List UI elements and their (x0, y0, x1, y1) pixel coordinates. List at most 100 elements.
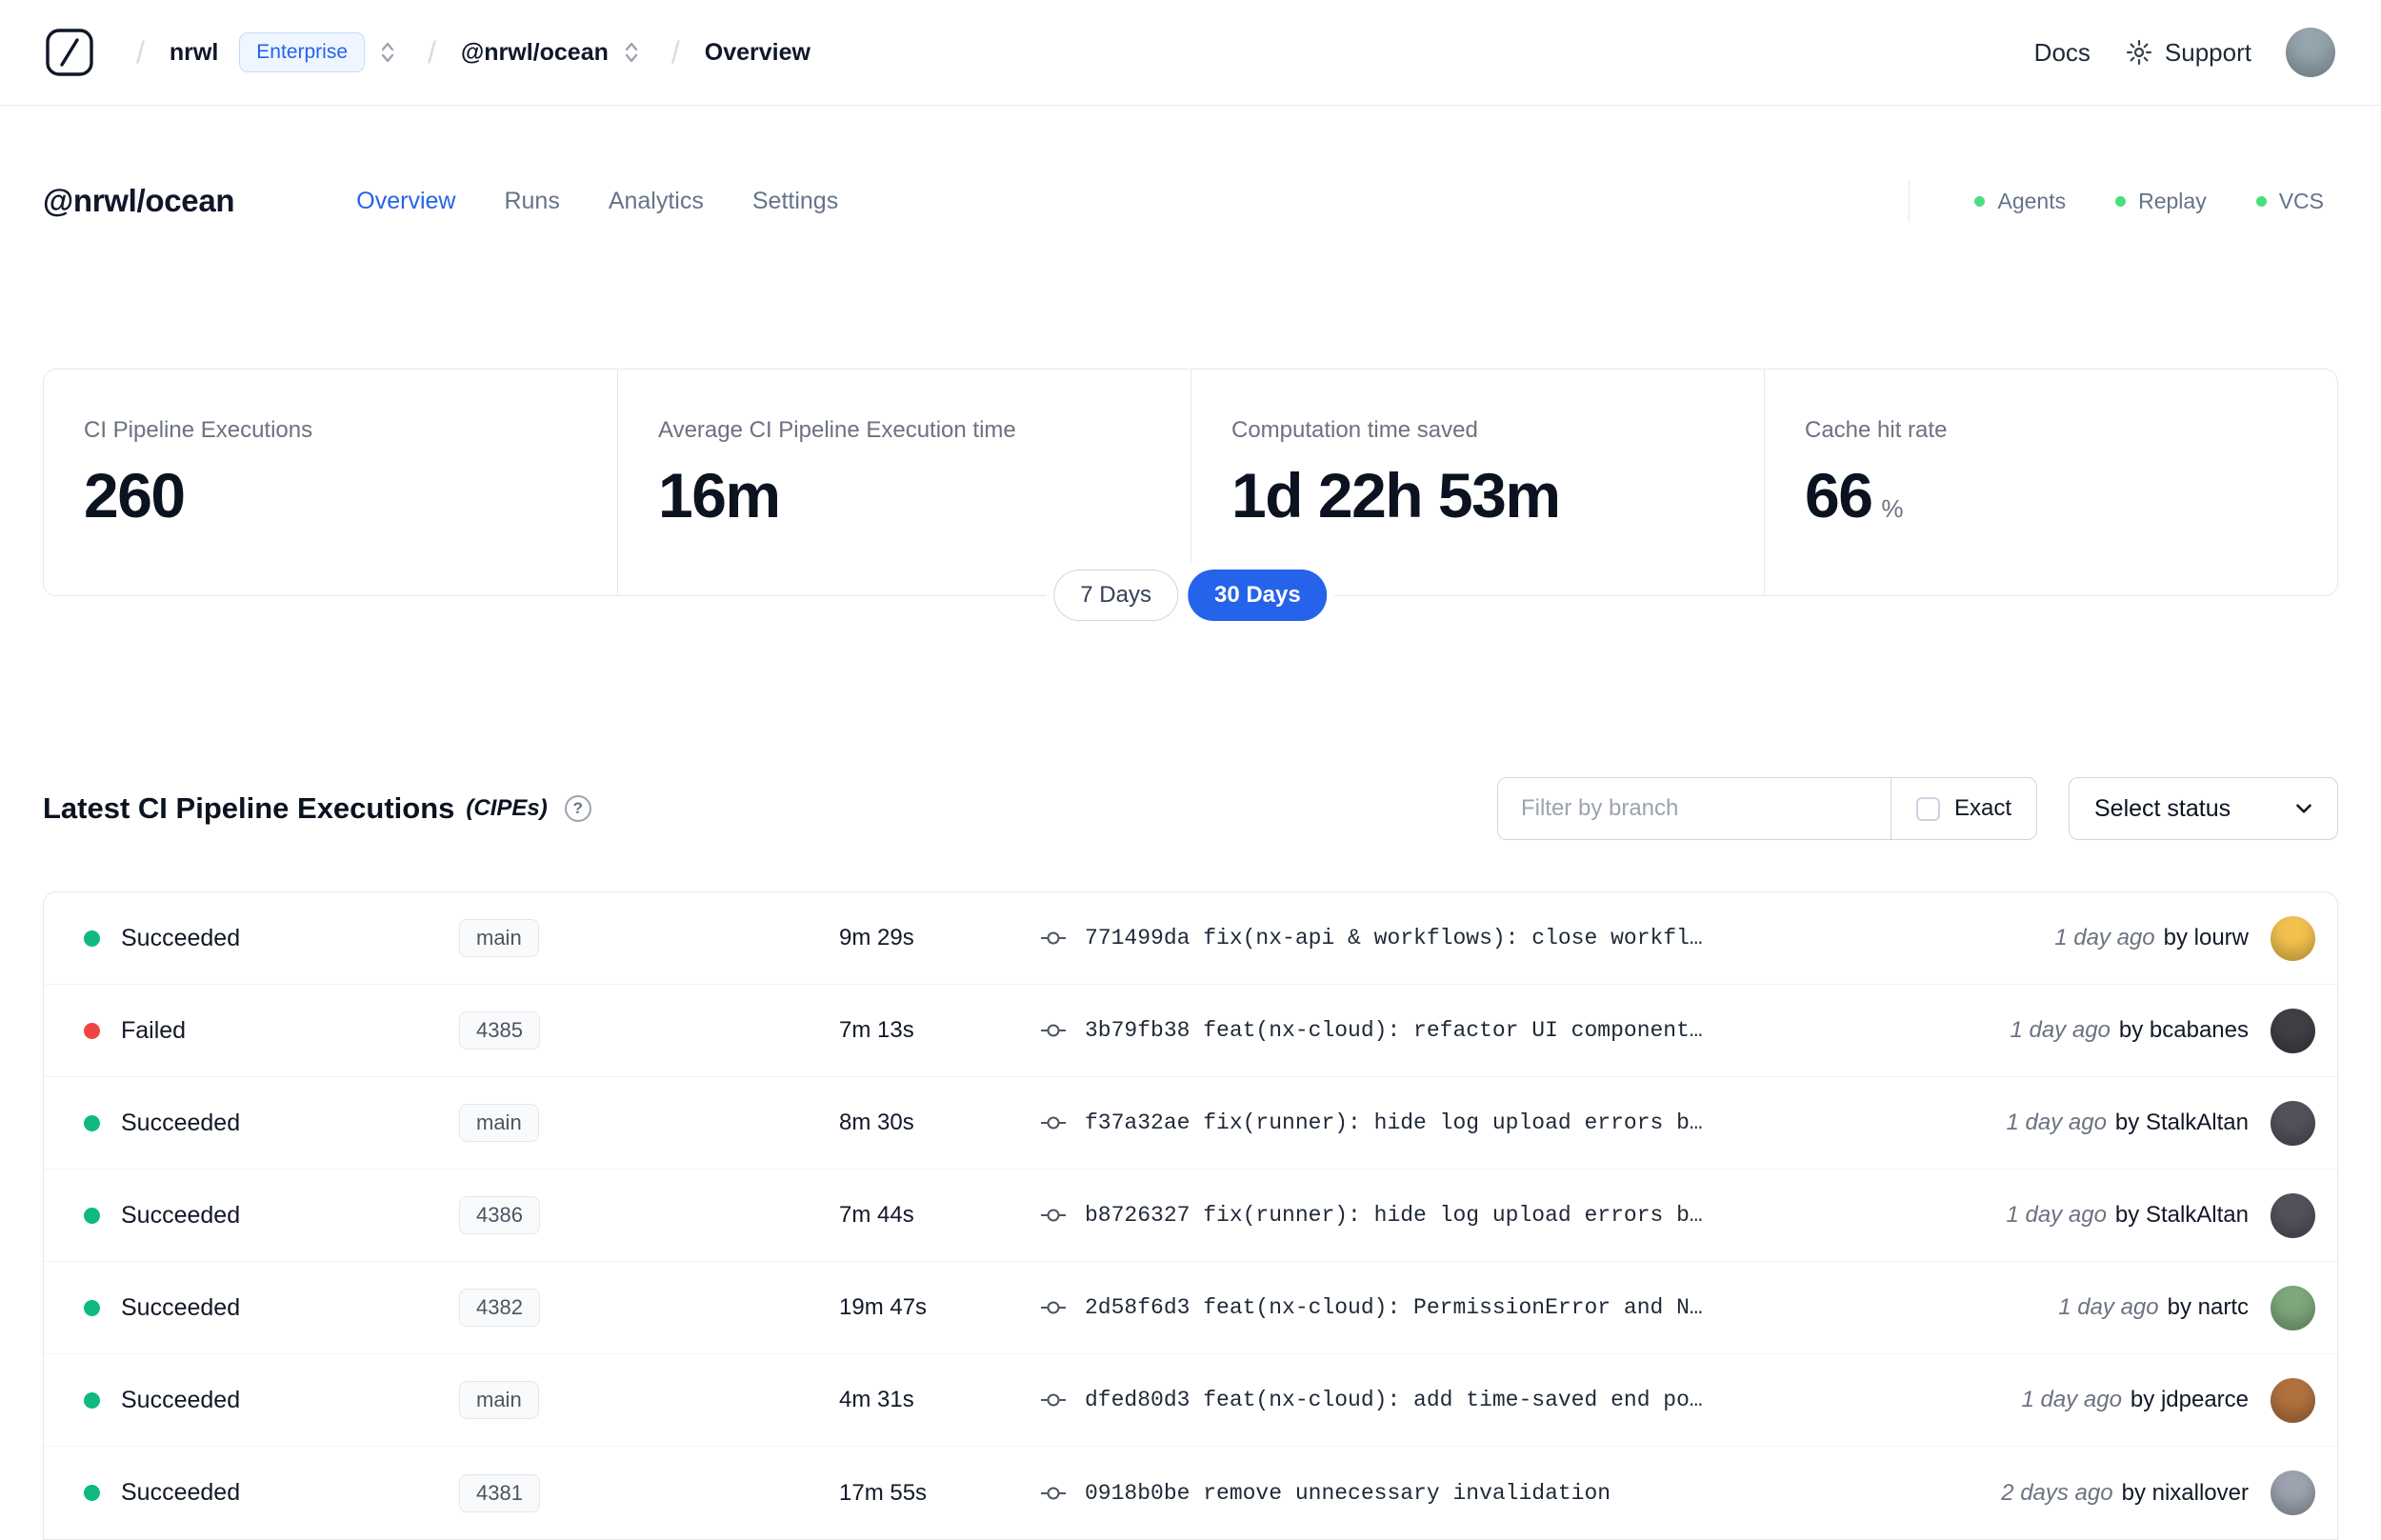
support-label: Support (2164, 37, 2251, 67)
git-commit-icon (1041, 1018, 1066, 1043)
breadcrumb-separator: / (670, 34, 680, 70)
indicator-agents[interactable]: Agents (1974, 189, 2066, 214)
cipe-author: by lourw (2163, 925, 2249, 950)
cipe-meta: 2 days ago by nixallover (2001, 1470, 2337, 1515)
cipe-table: Succeeded main 9m 29s 771499da fix(nx-ap… (43, 891, 2338, 1540)
cipe-row[interactable]: Succeeded 4381 17m 55s 0918b0be remove u… (44, 1447, 2337, 1539)
commit-message[interactable]: 3b79fb38 feat(nx-cloud): refactor UI com… (1085, 1018, 1991, 1043)
topbar-actions: Docs Support (2034, 28, 2335, 77)
branch-badge[interactable]: main (459, 1104, 539, 1142)
tab-runs[interactable]: Runs (504, 188, 559, 215)
commit-message[interactable]: 0918b0be remove unnecessary invalidation (1085, 1481, 1982, 1506)
org-switcher-button[interactable] (372, 34, 403, 70)
green-dot-icon (2255, 195, 2267, 207)
indicator-replay[interactable]: Replay (2115, 189, 2207, 214)
nx-cloud-logo[interactable] (43, 26, 96, 79)
cipe-duration: 7m 13s (839, 1017, 914, 1043)
branch-badge[interactable]: main (459, 919, 539, 957)
author-avatar (2271, 1377, 2315, 1423)
branch-badge[interactable]: 4386 (459, 1196, 540, 1234)
commit-message[interactable]: b8726327 fix(runner): hide log upload er… (1085, 1203, 1988, 1228)
tab-settings[interactable]: Settings (752, 188, 838, 215)
tab-analytics[interactable]: Analytics (609, 188, 704, 215)
cipe-row[interactable]: Succeeded main 9m 29s 771499da fix(nx-ap… (44, 892, 2337, 985)
status-dot (84, 1022, 100, 1039)
commit-message[interactable]: dfed80d3 feat(nx-cloud): add time-saved … (1085, 1388, 2003, 1412)
exact-checkbox[interactable] (1915, 796, 1940, 821)
cipe-duration: 4m 31s (839, 1387, 914, 1412)
cipe-row[interactable]: Succeeded 4382 19m 47s 2d58f6d3 feat(nx-… (44, 1262, 2337, 1354)
cipe-row[interactable]: Succeeded main 8m 30s f37a32ae fix(runne… (44, 1077, 2337, 1170)
cipe-timestamp: 2 days ago (2001, 1479, 2113, 1506)
range-7-days-button[interactable]: 7 Days (1053, 570, 1178, 621)
git-commit-icon (1041, 1110, 1066, 1135)
branch-badge[interactable]: 4381 (459, 1473, 540, 1512)
cipe-duration: 17m 55s (839, 1479, 928, 1506)
commit-message[interactable]: f37a32ae fix(runner): hide log upload er… (1085, 1110, 1988, 1135)
breadcrumb-org[interactable]: nrwl (170, 39, 218, 67)
cipe-status: Succeeded (121, 1201, 241, 1229)
branch-badge[interactable]: main (459, 1381, 539, 1419)
metric-ci-pipeline-executions: CI Pipeline Executions 260 (44, 370, 617, 595)
workspace-indicators: Agents Replay VCS (1909, 180, 2324, 222)
git-commit-icon (1041, 1481, 1066, 1506)
cipe-row[interactable]: Succeeded 4386 7m 44s b8726327 fix(runne… (44, 1170, 2337, 1262)
support-link[interactable]: Support (2125, 38, 2251, 68)
help-icon[interactable]: ? (564, 795, 591, 822)
cipe-status: Succeeded (121, 1109, 241, 1136)
breadcrumb-separator: / (428, 34, 436, 70)
cipe-status: Succeeded (121, 1293, 241, 1321)
workspace-header: @nrwl/ocean Overview Runs Analytics Sett… (0, 106, 2381, 222)
breadcrumb-workspace[interactable]: @nrwl/ocean (461, 39, 609, 67)
status-dot (84, 1391, 100, 1409)
chevron-up-down-icon (625, 42, 638, 63)
chevron-down-icon (2296, 804, 2311, 813)
cipe-author: by StalkAltan (2114, 1110, 2249, 1135)
date-range-toggle: 7 Days 30 Days (1046, 564, 1335, 627)
select-status-dropdown[interactable]: Select status (2069, 777, 2338, 840)
cipe-meta: 1 day ago by lourw (2054, 915, 2337, 961)
workspace-title: @nrwl/ocean (43, 183, 235, 218)
metric-label: Computation time saved (1231, 417, 1478, 443)
cipe-status: Failed (121, 1016, 187, 1044)
commit-message[interactable]: 2d58f6d3 feat(nx-cloud): PermissionError… (1085, 1295, 2039, 1320)
metric-number: 66 (1805, 460, 1873, 530)
commit-message[interactable]: 771499da fix(nx-api & workflows): close … (1085, 926, 2035, 950)
author-avatar (2271, 915, 2315, 961)
gear-icon (2126, 40, 2151, 65)
cipe-row[interactable]: Failed 4385 7m 13s 3b79fb38 feat(nx-clou… (44, 985, 2337, 1077)
cipe-meta: 1 day ago by StalkAltan (2007, 1100, 2338, 1146)
git-commit-icon (1041, 1203, 1066, 1228)
docs-link[interactable]: Docs (2034, 38, 2091, 68)
branch-badge[interactable]: 4382 (459, 1289, 540, 1327)
author-avatar (2271, 1192, 2315, 1238)
cipe-duration: 19m 47s (839, 1294, 928, 1320)
status-dot (84, 930, 100, 947)
branch-filter-input[interactable] (1497, 778, 1891, 839)
cipe-status: Succeeded (121, 1386, 241, 1413)
cipe-row[interactable]: Succeeded main 4m 31s dfed80d3 feat(nx-c… (44, 1354, 2337, 1447)
breadcrumb-page: Overview (704, 38, 810, 66)
metric-computation-time-saved: Computation time saved 1d 22h 53m (1190, 370, 1764, 595)
tab-overview[interactable]: Overview (356, 188, 455, 215)
vertical-divider (1909, 180, 1911, 222)
cipe-duration: 9m 29s (839, 925, 914, 950)
range-30-days-button[interactable]: 30 Days (1187, 570, 1328, 621)
metric-label: CI Pipeline Executions (84, 417, 313, 443)
cipe-duration: 8m 30s (839, 1110, 914, 1135)
metric-value: 1d 22h 53m (1231, 460, 1561, 530)
cipe-author: by bcabanes (2118, 1017, 2249, 1043)
cipe-meta: 1 day ago by StalkAltan (2007, 1192, 2338, 1238)
workspace-switcher-button[interactable] (616, 34, 647, 70)
cipe-status: Succeeded (121, 1479, 241, 1506)
metric-label: Cache hit rate (1805, 417, 1948, 443)
indicator-vcs[interactable]: VCS (2255, 189, 2324, 214)
branch-badge[interactable]: 4385 (459, 1011, 540, 1050)
indicator-label: Replay (2138, 188, 2207, 213)
user-avatar[interactable] (2286, 28, 2335, 77)
author-avatar (2271, 1100, 2315, 1146)
git-commit-icon (1041, 1295, 1066, 1320)
cipe-timestamp: 1 day ago (2058, 1294, 2159, 1320)
indicator-label: Agents (1997, 188, 2067, 213)
cipe-filter-controls: Exact Select status (1496, 777, 2338, 840)
